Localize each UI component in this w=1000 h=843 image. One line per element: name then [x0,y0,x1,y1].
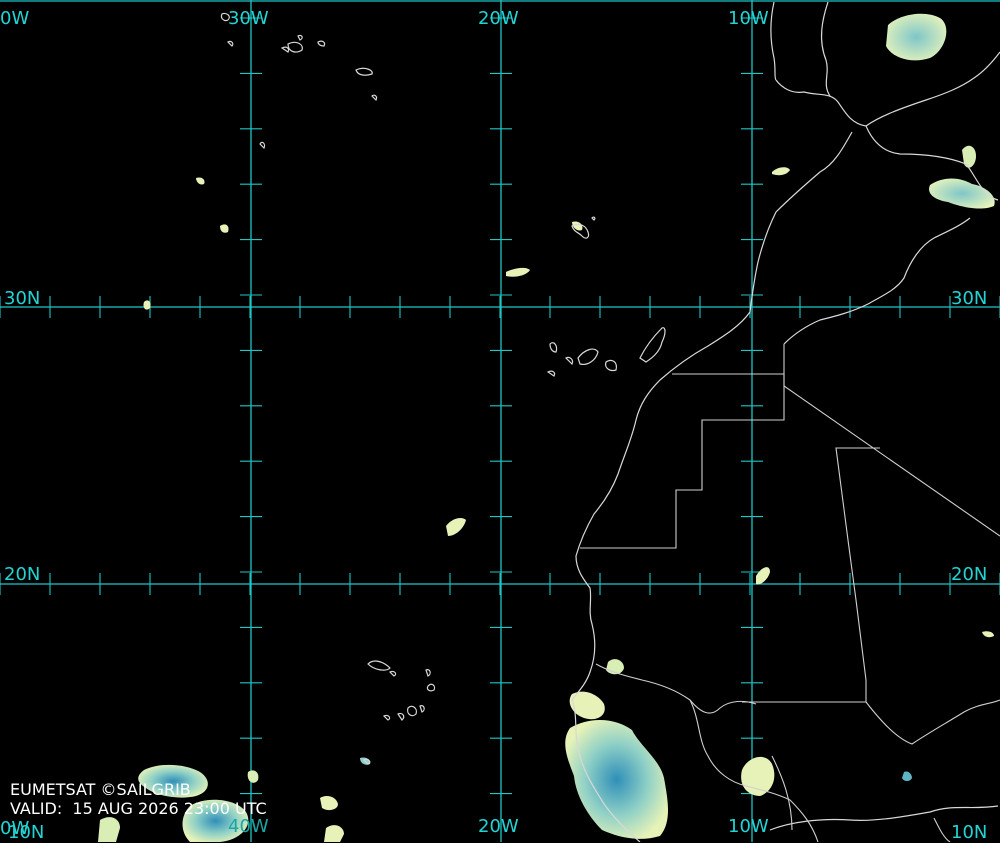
coastlines [220,1,1000,842]
lon-label-bottom-2: 20W [478,816,519,837]
lat-label-left-10n: 10N [8,822,45,843]
lat-label-right-20n: 20N [951,564,988,585]
valid-time-line: VALID: 15 AUG 2026 23:00 UTC [10,799,267,818]
lon-label-top-3: 10W [728,8,769,29]
lon-label-top-1: 30W [228,8,269,29]
lat-label-left-30n: 30N [4,288,41,309]
lat-label-right-10n: 10N [951,822,988,843]
lon-label-bottom-1: 40W [228,816,269,837]
lon-label-top-2: 20W [478,8,519,29]
source-credit: EUMETSAT ©SAILGRIB [10,780,191,799]
valid-time: 15 AUG 2026 23:00 UTC [72,799,267,818]
lat-label-right-30n: 30N [951,288,988,309]
cloud-cover [98,13,995,842]
lon-label-bottom-3: 10W [728,816,769,837]
graticule [0,0,1000,842]
lon-label-top-0: 0W [0,8,30,29]
valid-label: VALID: [10,799,63,818]
satellite-map [0,0,1000,842]
lat-label-left-20n: 20N [4,564,41,585]
